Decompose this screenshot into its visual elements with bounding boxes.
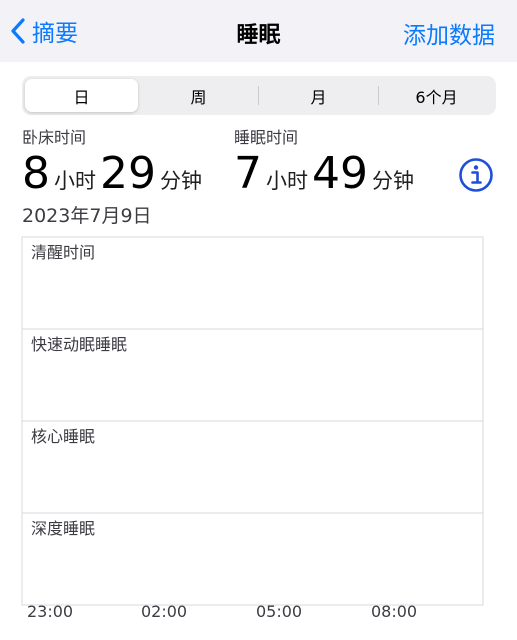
- segment-divider: [258, 86, 259, 105]
- x-tick-label: 23:00: [27, 602, 74, 621]
- in-bed-minutes: 29: [100, 148, 156, 199]
- x-tick-label: 08:00: [371, 602, 418, 621]
- minutes-unit: 分钟: [160, 169, 202, 193]
- in-bed-value: 8 小时 29 分钟: [22, 148, 206, 199]
- asleep-value: 7 小时 49 分钟: [234, 148, 418, 199]
- sleep-date: 2023年7月9日: [22, 205, 152, 227]
- segment-six-months[interactable]: 6个月: [380, 79, 493, 112]
- segment-day[interactable]: 日: [25, 79, 138, 112]
- add-data-button[interactable]: 添加数据: [403, 16, 495, 50]
- info-icon[interactable]: [458, 157, 494, 193]
- segment-divider: [378, 86, 379, 105]
- minutes-unit: 分钟: [372, 169, 414, 193]
- stage-label-awake: 清醒时间: [31, 243, 96, 262]
- in-bed-label: 卧床时间: [22, 128, 87, 147]
- sleep-stages-chart: 清醒时间 快速动眠睡眠 核心睡眠 深度睡眠 23:00 02:00 05:00 …: [0, 235, 517, 640]
- navigation-bar: 摘要 睡眠 添加数据: [0, 0, 517, 62]
- segment-month[interactable]: 月: [262, 79, 375, 112]
- in-bed-hours: 8: [22, 148, 50, 199]
- asleep-label: 睡眠时间: [234, 128, 299, 147]
- segment-week[interactable]: 周: [142, 79, 255, 112]
- stage-label-deep: 深度睡眠: [31, 519, 96, 538]
- asleep-hours: 7: [234, 148, 262, 199]
- asleep-minutes: 49: [312, 148, 368, 199]
- time-range-segmented-control: 日 周 月 6个月: [22, 76, 496, 115]
- hours-unit: 小时: [54, 169, 96, 193]
- stage-label-rem: 快速动眠睡眠: [31, 335, 128, 354]
- stage-label-core: 核心睡眠: [31, 427, 96, 446]
- x-tick-label: 05:00: [256, 602, 303, 621]
- hours-unit: 小时: [266, 169, 308, 193]
- x-tick-label: 02:00: [141, 602, 188, 621]
